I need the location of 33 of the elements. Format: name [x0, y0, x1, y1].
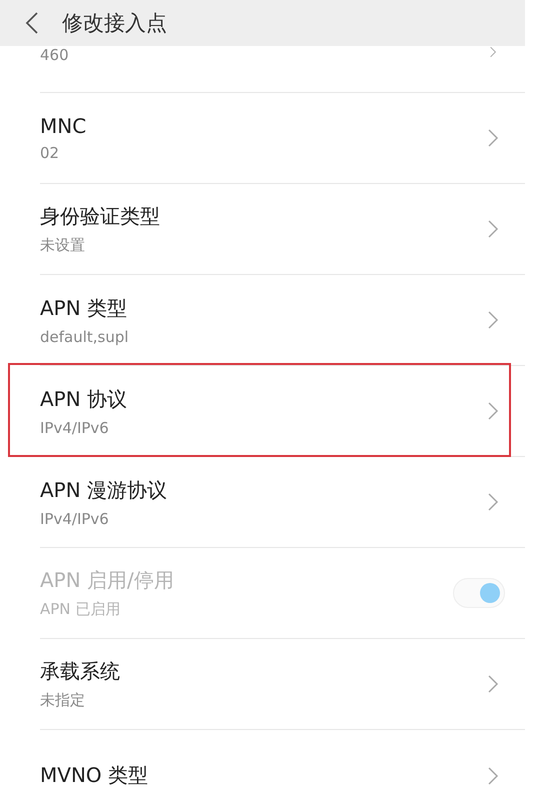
chevron-icon — [487, 674, 499, 694]
settings-row[interactable]: MVNO 类型 — [40, 730, 525, 797]
chevron-icon — [487, 492, 499, 512]
row-title: APN 启用/停用 — [40, 567, 175, 594]
chevron-icon — [487, 401, 499, 421]
row-title: APN 漫游协议 — [40, 476, 168, 504]
row-value: 02 — [40, 144, 60, 162]
settings-row[interactable]: APN 协议 IPv4/IPv6 — [40, 366, 525, 457]
settings-row[interactable]: APN 漫游协议 IPv4/IPv6 — [40, 457, 525, 548]
page-title: 修改接入点 — [62, 10, 167, 37]
row-title: 承载系统 — [40, 658, 121, 685]
chevron-icon — [487, 219, 499, 239]
row-value: IPv4/IPv6 — [40, 510, 110, 528]
chevron-icon — [487, 766, 499, 786]
row-title: 身份验证类型 — [40, 203, 161, 230]
row-value: 未指定 — [40, 691, 86, 710]
settings-row[interactable]: MNC 02 — [40, 93, 525, 184]
row-value: default,supl — [40, 328, 130, 346]
chevron-icon — [487, 310, 499, 330]
row-title: MVNO 类型 — [40, 762, 149, 789]
row-value: APN 已启用 — [40, 600, 122, 619]
settings-row[interactable]: 承载系统 未指定 — [40, 639, 525, 730]
settings-row[interactable]: 460 — [40, 46, 525, 93]
row-title: APN 协议 — [40, 386, 128, 412]
row-value: IPv4/IPv6 — [40, 418, 110, 436]
row-value: 未设置 — [40, 236, 86, 255]
row-title: APN 类型 — [40, 294, 128, 322]
row-value: 460 — [40, 46, 70, 64]
settings-row[interactable]: 身份验证类型 未设置 — [40, 184, 525, 275]
chevron-icon — [487, 128, 499, 148]
settings-row[interactable]: APN 类型 default,supl — [40, 275, 525, 366]
row-title: MNC — [40, 114, 88, 138]
back-icon[interactable] — [24, 11, 40, 35]
